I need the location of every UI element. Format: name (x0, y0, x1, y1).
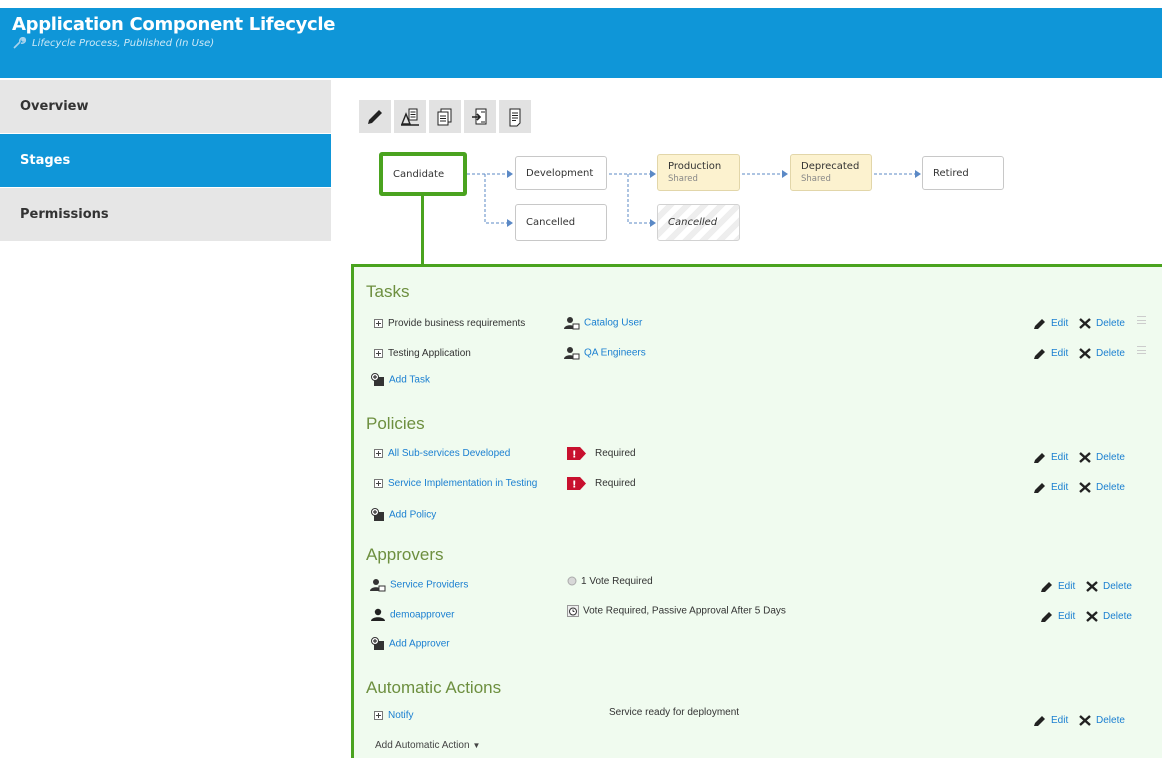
stage-label: Cancelled (526, 217, 576, 228)
add-policy-icon (371, 508, 385, 522)
stage-label: Deprecated (801, 161, 860, 172)
add-task-button[interactable]: Add Task (371, 373, 430, 387)
add-approver-button[interactable]: Add Approver (371, 637, 450, 651)
expand-icon[interactable] (374, 348, 383, 358)
delete-icon (1079, 452, 1091, 463)
stage-label: Cancelled (668, 217, 718, 228)
approver-delete-button[interactable]: Delete (1085, 610, 1132, 623)
automatic-action-description: Service ready for deployment (609, 707, 740, 718)
automatic-action-link[interactable]: Notify (388, 710, 414, 721)
add-automatic-action-dropdown[interactable]: Add Automatic Action ▼ (375, 740, 480, 751)
approver-row: demoapprover (370, 608, 454, 622)
caret-down-icon: ▼ (472, 741, 481, 750)
stage-label: Candidate (393, 168, 445, 180)
add-task-icon (371, 373, 385, 387)
task-assignee: QA Engineers (564, 346, 646, 360)
expand-icon[interactable] (374, 318, 383, 328)
assignee-link[interactable]: QA Engineers (584, 348, 646, 359)
expand-icon[interactable] (374, 448, 383, 458)
user-group-icon (370, 578, 386, 592)
policy-link[interactable]: Service Implementation in Testing (388, 478, 537, 489)
pencil-icon (1034, 716, 1045, 726)
policy-delete-button[interactable]: Delete (1078, 481, 1125, 494)
timer-icon (567, 605, 579, 617)
automatic-action-delete-button[interactable]: Delete (1078, 714, 1125, 727)
automatic-actions-title: Automatic Actions (366, 678, 502, 697)
pencil-icon (1034, 319, 1045, 329)
policy-status: ! Required (567, 477, 636, 490)
user-group-icon (564, 316, 580, 330)
svg-text:!: ! (572, 450, 577, 461)
task-delete-button[interactable]: Delete (1078, 347, 1125, 360)
approver-row: Service Providers (370, 578, 468, 592)
stage-deprecated[interactable]: Deprecated Shared (790, 154, 872, 191)
pencil-icon (1034, 349, 1045, 359)
stage-cancelled[interactable]: Cancelled (515, 204, 607, 241)
automatic-action-edit-button[interactable]: Edit (1033, 714, 1068, 727)
expand-icon[interactable] (374, 710, 383, 720)
policy-row: Service Implementation in Testing (374, 478, 537, 489)
stage-label: Development (526, 167, 594, 179)
add-approver-icon (371, 637, 385, 651)
stage-production[interactable]: Production Shared (657, 154, 740, 191)
policy-edit-button[interactable]: Edit (1033, 451, 1068, 464)
stage-shared-label: Shared (668, 174, 698, 184)
stage-label: Retired (933, 167, 969, 179)
policy-delete-button[interactable]: Delete (1078, 451, 1125, 464)
approver-rule: Vote Required, Passive Approval After 5 … (567, 605, 786, 617)
task-row: Testing Application (374, 348, 471, 359)
task-assignee: Catalog User (564, 316, 642, 330)
task-edit-button[interactable]: Edit (1033, 317, 1068, 330)
stage-candidate[interactable]: Candidate (379, 152, 467, 196)
user-icon (370, 608, 386, 622)
delete-icon (1086, 611, 1098, 622)
approver-delete-button[interactable]: Delete (1085, 580, 1132, 593)
policy-status: ! Required (567, 447, 636, 460)
stage-retired[interactable]: Retired (922, 156, 1004, 190)
required-icon: ! (567, 477, 586, 491)
automatic-action-row: Notify (374, 710, 414, 721)
add-policy-button[interactable]: Add Policy (371, 508, 436, 522)
approver-link[interactable]: demoapprover (390, 610, 454, 621)
approver-link[interactable]: Service Providers (390, 580, 468, 591)
stage-cancelled-inactive[interactable]: Cancelled (657, 204, 740, 241)
svg-text:!: ! (572, 480, 577, 491)
stage-connector (421, 195, 424, 267)
user-group-icon (564, 346, 580, 360)
delete-icon (1079, 318, 1091, 329)
pencil-icon (1041, 612, 1052, 622)
delete-icon (1079, 715, 1091, 726)
stage-label: Production (668, 161, 722, 172)
stage-shared-label: Shared (801, 174, 831, 184)
approver-edit-button[interactable]: Edit (1040, 580, 1075, 593)
task-row: Provide business requirements (374, 318, 525, 329)
approver-edit-button[interactable]: Edit (1040, 610, 1075, 623)
drag-handle-icon[interactable] (1137, 316, 1146, 324)
pencil-icon (1034, 453, 1045, 463)
approver-rule: 1 Vote Required (567, 576, 653, 587)
policies-title: Policies (366, 414, 425, 433)
pencil-icon (1041, 582, 1052, 592)
delete-icon (1079, 348, 1091, 359)
tasks-title: Tasks (366, 282, 410, 301)
policy-link[interactable]: All Sub-services Developed (388, 448, 510, 459)
task-name: Testing Application (388, 348, 471, 359)
delete-icon (1086, 581, 1098, 592)
policy-edit-button[interactable]: Edit (1033, 481, 1068, 494)
task-delete-button[interactable]: Delete (1078, 317, 1125, 330)
expand-icon[interactable] (374, 478, 383, 488)
policy-row: All Sub-services Developed (374, 448, 510, 459)
assignee-link[interactable]: Catalog User (584, 318, 642, 329)
stage-development[interactable]: Development (515, 156, 607, 190)
task-name: Provide business requirements (388, 318, 526, 329)
task-edit-button[interactable]: Edit (1033, 347, 1068, 360)
approvers-title: Approvers (366, 545, 444, 564)
drag-handle-icon[interactable] (1137, 346, 1146, 354)
delete-icon (1079, 482, 1091, 493)
required-icon: ! (567, 447, 586, 461)
pencil-icon (1034, 483, 1045, 493)
radio-icon (567, 576, 577, 586)
